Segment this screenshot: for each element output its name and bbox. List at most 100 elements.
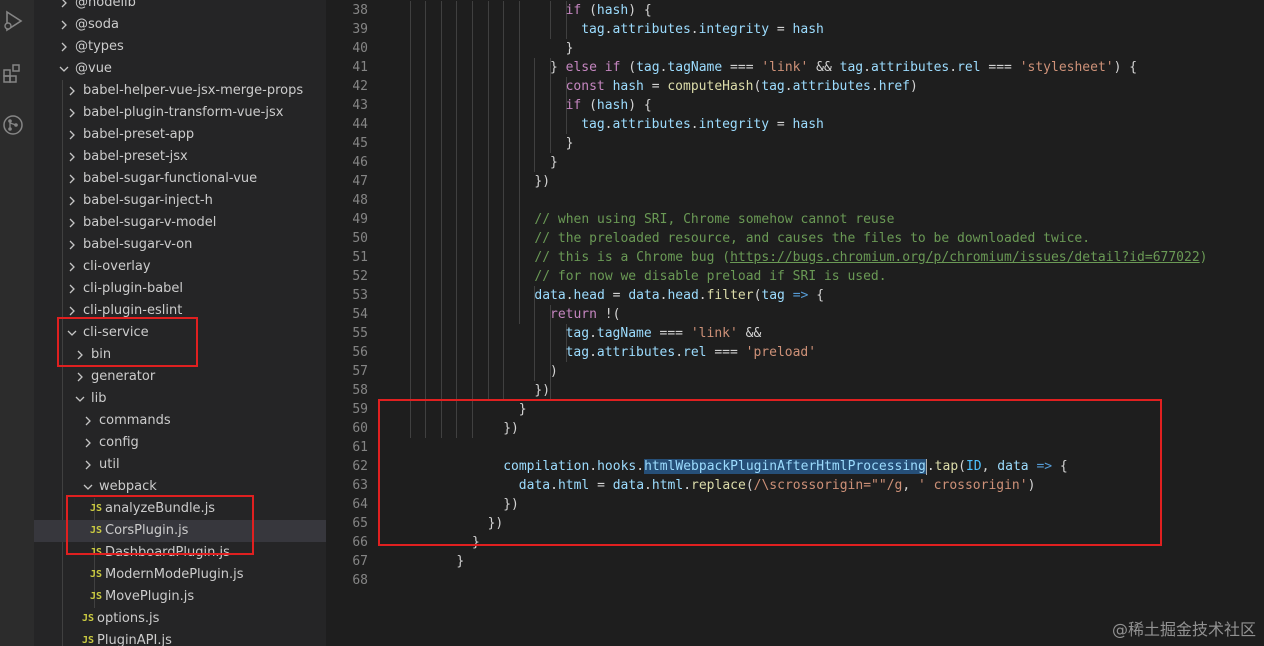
explorer-item-label: @nodelib [75, 0, 136, 10]
chevron-right-icon[interactable] [66, 212, 78, 234]
code-line[interactable]: 46} [326, 153, 1264, 172]
explorer-folder-item[interactable]: babel-preset-jsx [34, 146, 326, 168]
code-text: } [550, 155, 558, 170]
explorer-folder-item[interactable]: @types [34, 36, 326, 58]
chevron-right-icon[interactable] [82, 410, 94, 432]
explorer-item-label: options.js [97, 611, 160, 626]
chevron-right-icon[interactable] [66, 80, 78, 102]
chevron-right-icon[interactable] [66, 256, 78, 278]
chevron-right-icon[interactable] [58, 14, 70, 36]
explorer-item-label: PluginAPI.js [97, 633, 172, 646]
code-line[interactable]: 52 // for now we disable preload if SRI i… [326, 267, 1264, 286]
line-number: 45 [352, 136, 368, 151]
explorer-item-label: babel-preset-app [83, 127, 195, 142]
code-line[interactable]: 39 tag.attributes.integrity = hash [326, 20, 1264, 39]
chevron-right-icon[interactable] [66, 102, 78, 124]
line-number: 50 [352, 231, 368, 246]
code-text: } [456, 554, 465, 569]
annotation-box-corsplugin [66, 495, 254, 555]
code-line[interactable]: 51 // this is a Chrome bug (https://bugs.… [326, 248, 1264, 267]
explorer-item-label: babel-preset-jsx [83, 149, 188, 164]
explorer-folder-item[interactable]: babel-plugin-transform-vue-jsx [34, 102, 326, 124]
line-number: 46 [352, 155, 368, 170]
explorer-folder-item[interactable]: babel-helper-vue-jsx-merge-props [34, 80, 326, 102]
code-text: data.head = data.head.filter(tag => { [534, 288, 825, 303]
explorer-item-label: babel-sugar-functional-vue [83, 171, 258, 186]
chevron-right-icon[interactable] [66, 124, 78, 146]
code-line[interactable]: 56 tag.attributes.rel === 'preload' [326, 343, 1264, 362]
code-text: tag.attributes.integrity = hash [581, 117, 824, 132]
explorer-folder-item[interactable]: babel-sugar-v-model [34, 212, 326, 234]
line-number: 41 [352, 60, 368, 75]
code-text: // this is a Chrome bug (https://bugs.ch… [534, 250, 1208, 265]
explorer-folder-item[interactable]: @nodelib [34, 0, 326, 14]
code-text: }) [534, 383, 551, 398]
explorer-file-item[interactable]: JS PluginAPI.js [34, 630, 326, 646]
code-line[interactable]: 49 // when using SRI, Chrome somehow cann… [326, 210, 1264, 229]
explorer-folder-item[interactable]: commands [34, 410, 326, 432]
extensions-icon[interactable] [0, 60, 26, 86]
code-line[interactable]: 47}) [326, 172, 1264, 191]
code-line[interactable]: 58}) [326, 381, 1264, 400]
explorer-file-item[interactable]: JS ModernModePlugin.js [34, 564, 326, 586]
line-number: 53 [352, 288, 368, 303]
explorer-folder-item[interactable]: @vue [34, 58, 326, 80]
chevron-down-icon[interactable] [58, 58, 70, 80]
chevron-right-icon[interactable] [82, 432, 94, 454]
line-number: 66 [352, 535, 368, 550]
code-line[interactable]: 57) [326, 362, 1264, 381]
run-debug-icon[interactable] [0, 8, 26, 34]
explorer-file-item[interactable]: JS MovePlugin.js [34, 586, 326, 608]
explorer-folder-item[interactable]: babel-preset-app [34, 124, 326, 146]
chevron-right-icon[interactable] [74, 366, 86, 388]
explorer-folder-item[interactable]: generator [34, 366, 326, 388]
code-line[interactable]: 53 data.head = data.head.filter(tag => { [326, 286, 1264, 305]
code-line[interactable]: 54 return !( [326, 305, 1264, 324]
chevron-right-icon[interactable] [66, 168, 78, 190]
explorer-folder-item[interactable]: config [34, 432, 326, 454]
code-line[interactable]: 44 tag.attributes.integrity = hash [326, 115, 1264, 134]
explorer-folder-item[interactable]: cli-overlay [34, 256, 326, 278]
code-line[interactable]: 38 if (hash) { [326, 1, 1264, 20]
explorer-folder-item[interactable]: @soda [34, 14, 326, 36]
explorer-item-label: @types [75, 39, 124, 54]
code-line[interactable]: 40} [326, 39, 1264, 58]
explorer-item-label: babel-sugar-inject-h [83, 193, 213, 208]
line-number: 62 [352, 459, 368, 474]
chevron-right-icon[interactable] [66, 234, 78, 256]
code-line[interactable]: 48 [326, 191, 1264, 210]
line-number: 65 [352, 516, 368, 531]
explorer-folder-item[interactable]: cli-plugin-babel [34, 278, 326, 300]
explorer-folder-item[interactable]: babel-sugar-functional-vue [34, 168, 326, 190]
code-line[interactable]: 67} [326, 552, 1264, 571]
chevron-right-icon[interactable] [58, 0, 70, 14]
explorer-item-label: babel-sugar-v-on [83, 237, 193, 252]
explorer-folder-item[interactable]: util [34, 454, 326, 476]
code-line[interactable]: 45} [326, 134, 1264, 153]
source-control-icon[interactable] [0, 112, 26, 138]
code-line[interactable]: 43 if (hash) { [326, 96, 1264, 115]
chevron-right-icon[interactable] [66, 190, 78, 212]
chevron-right-icon[interactable] [58, 36, 70, 58]
explorer-item-label: util [99, 457, 120, 472]
chevron-right-icon[interactable] [66, 146, 78, 168]
code-line[interactable]: 50 // the preloaded resource, and causes … [326, 229, 1264, 248]
code-line[interactable]: 42 const hash = computeHash(tag.attribute… [326, 77, 1264, 96]
chevron-down-icon[interactable] [74, 388, 86, 410]
line-number: 54 [352, 307, 368, 322]
explorer-file-item[interactable]: JS options.js [34, 608, 326, 630]
code-line[interactable]: 41} else if (tag.tagName === 'link' && t… [326, 58, 1264, 77]
explorer-item-label: cli-plugin-babel [83, 281, 184, 296]
chevron-right-icon[interactable] [82, 454, 94, 476]
explorer-folder-item[interactable]: babel-sugar-v-on [34, 234, 326, 256]
explorer-folder-item[interactable]: babel-sugar-inject-h [34, 190, 326, 212]
chevron-right-icon[interactable] [66, 278, 78, 300]
code-line[interactable]: 55 tag.tagName === 'link' && [326, 324, 1264, 343]
explorer-folder-item[interactable]: lib [34, 388, 326, 410]
explorer-item-label: @soda [75, 17, 119, 32]
line-number: 68 [352, 573, 368, 588]
code-text: } [565, 136, 574, 151]
code-line[interactable]: 68 [326, 571, 1264, 590]
line-number: 47 [352, 174, 368, 189]
code-editor[interactable]: 38 if (hash) {39 tag.attributes.integrity … [326, 0, 1264, 646]
